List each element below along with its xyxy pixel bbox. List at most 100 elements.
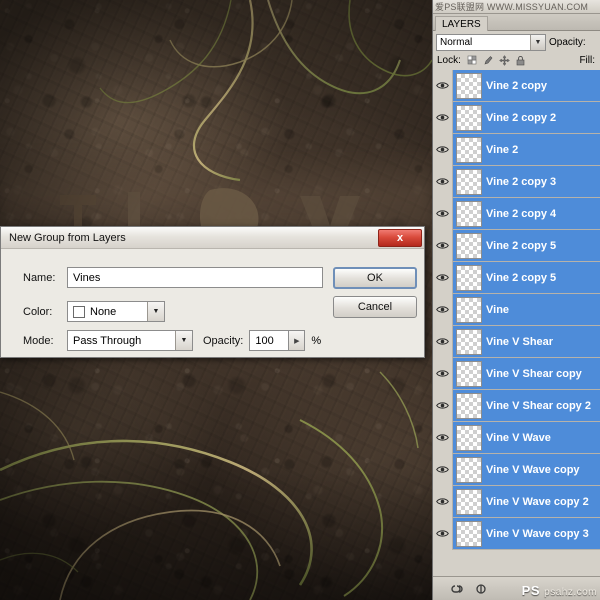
layers-panel-footer: PS psahz.com (433, 576, 600, 600)
eye-icon (436, 178, 449, 185)
dialog-opacity-label: Opacity: (203, 334, 244, 347)
brand-domain: psahz.com (544, 587, 597, 598)
layer-name: Vine 2 copy 2 (486, 111, 557, 124)
lock-label: Lock: (437, 54, 461, 66)
eye-icon (436, 114, 449, 121)
color-select[interactable]: None ▼ (67, 301, 165, 322)
blend-mode-select[interactable]: Normal ▼ (436, 33, 546, 51)
layer-thumbnail (456, 360, 482, 387)
layer-row[interactable]: Vine 2 copy (433, 70, 600, 102)
layer-visibility-toggle[interactable] (433, 229, 453, 262)
chevron-down-icon[interactable]: ▼ (147, 302, 164, 321)
eye-icon (436, 530, 449, 537)
layer-visibility-toggle[interactable] (433, 70, 453, 102)
layer-thumbnail (456, 520, 482, 547)
layer-row[interactable]: Vine 2 copy 2 (433, 101, 600, 134)
dialog-title: New Group from Layers (9, 231, 126, 244)
eye-icon (436, 242, 449, 249)
layer-row[interactable]: Vine V Wave copy 3 (433, 517, 600, 550)
mode-field-row: Mode: Pass Through ▼ Opacity: 100 ▶ % (23, 330, 321, 351)
chevron-down-icon[interactable]: ▼ (175, 331, 192, 350)
panel-title-bar: 爱PS联盟网 WWW.MISSYUAN.COM (433, 0, 600, 14)
eye-icon (436, 146, 449, 153)
layer-row[interactable]: Vine 2 (433, 133, 600, 166)
layer-visibility-toggle[interactable] (433, 517, 453, 550)
eye-icon (436, 498, 449, 505)
opacity-stepper[interactable]: ▶ (288, 330, 306, 351)
all-lock-icon[interactable] (515, 55, 526, 66)
layer-row[interactable]: Vine 2 copy 4 (433, 197, 600, 230)
color-field-row: Color: None ▼ (23, 301, 165, 322)
panel-opacity-label: Opacity: (549, 36, 586, 48)
layer-row[interactable]: Vine V Wave copy 2 (433, 485, 600, 518)
layer-style-icon[interactable] (475, 583, 489, 595)
close-icon[interactable]: x (378, 229, 422, 247)
panel-tab-row: LAYERS (433, 14, 600, 31)
layer-name: Vine V Wave (486, 431, 551, 444)
mode-value: Pass Through (73, 334, 142, 347)
layer-row[interactable]: Vine 2 copy 5 (433, 261, 600, 294)
layer-thumbnail (456, 72, 482, 99)
name-input[interactable]: Vines (67, 267, 323, 288)
layer-row[interactable]: Vine V Shear copy (433, 357, 600, 390)
move-lock-icon[interactable] (499, 54, 510, 66)
brush-lock-icon[interactable] (483, 55, 494, 66)
layer-name: Vine V Wave copy 3 (486, 527, 589, 540)
layer-visibility-toggle[interactable] (433, 197, 453, 230)
layer-visibility-toggle[interactable] (433, 421, 453, 454)
layer-visibility-toggle[interactable] (433, 261, 453, 294)
layer-thumbnail (456, 488, 482, 515)
layer-name: Vine 2 copy 4 (486, 207, 557, 220)
layer-visibility-toggle[interactable] (433, 485, 453, 518)
layer-row[interactable]: Vine V Shear (433, 325, 600, 358)
dialog-title-bar[interactable]: New Group from Layers x (1, 227, 424, 249)
layer-thumbnail (456, 168, 482, 195)
link-layers-icon[interactable] (451, 583, 465, 595)
layer-visibility-toggle[interactable] (433, 389, 453, 422)
layers-list[interactable]: Vine 2 copy Vine 2 copy 2 Vine 2 Vine 2 cop… (433, 70, 600, 576)
layer-row[interactable]: Vine V Shear copy 2 (433, 389, 600, 422)
layer-visibility-toggle[interactable] (433, 133, 453, 166)
layer-visibility-toggle[interactable] (433, 325, 453, 358)
eye-icon (436, 274, 449, 281)
eye-icon (436, 466, 449, 473)
name-field-row: Name: Vines (23, 267, 323, 288)
layer-thumbnail (456, 392, 482, 419)
eye-icon (436, 402, 449, 409)
layer-name: Vine V Shear (486, 335, 554, 348)
eye-icon (436, 434, 449, 441)
tab-layers[interactable]: LAYERS (435, 16, 488, 31)
layer-thumbnail (456, 232, 482, 259)
layer-thumbnail (456, 296, 482, 323)
layer-visibility-toggle[interactable] (433, 357, 453, 390)
layer-row[interactable]: Vine V Wave (433, 421, 600, 454)
chevron-down-icon[interactable]: ▼ (530, 34, 545, 50)
layers-panel: 爱PS联盟网 WWW.MISSYUAN.COM LAYERS Normal ▼ … (432, 0, 600, 600)
blend-mode-row: Normal ▼ Opacity: (433, 31, 600, 51)
layer-row[interactable]: Vine (433, 293, 600, 326)
layer-row[interactable]: Vine 2 copy 3 (433, 165, 600, 198)
layer-row[interactable]: Vine 2 copy 5 (433, 229, 600, 262)
lock-icon-group (467, 54, 526, 66)
layer-name: Vine (486, 303, 510, 316)
layer-visibility-toggle[interactable] (433, 101, 453, 134)
layer-thumbnail (456, 136, 482, 163)
transparency-lock-icon[interactable] (467, 55, 478, 66)
layer-visibility-toggle[interactable] (433, 453, 453, 486)
layer-thumbnail (456, 200, 482, 227)
opacity-input[interactable]: 100 (249, 330, 290, 351)
name-label: Name: (23, 271, 56, 284)
dialog-body: Name: Vines OK Cancel Color: None ▼ Mode… (1, 249, 424, 358)
mode-label: Mode: (23, 334, 54, 347)
layer-thumbnail (456, 264, 482, 291)
ok-button[interactable]: OK (333, 267, 417, 289)
layer-visibility-toggle[interactable] (433, 293, 453, 326)
layer-name: Vine 2 (486, 143, 519, 156)
color-swatch-icon (73, 305, 85, 318)
layer-row[interactable]: Vine V Wave copy (433, 453, 600, 486)
layer-name: Vine V Shear copy (486, 367, 582, 380)
fill-label: Fill: (579, 54, 595, 66)
mode-select[interactable]: Pass Through ▼ (67, 330, 193, 351)
layer-visibility-toggle[interactable] (433, 165, 453, 198)
cancel-button[interactable]: Cancel (333, 296, 417, 318)
